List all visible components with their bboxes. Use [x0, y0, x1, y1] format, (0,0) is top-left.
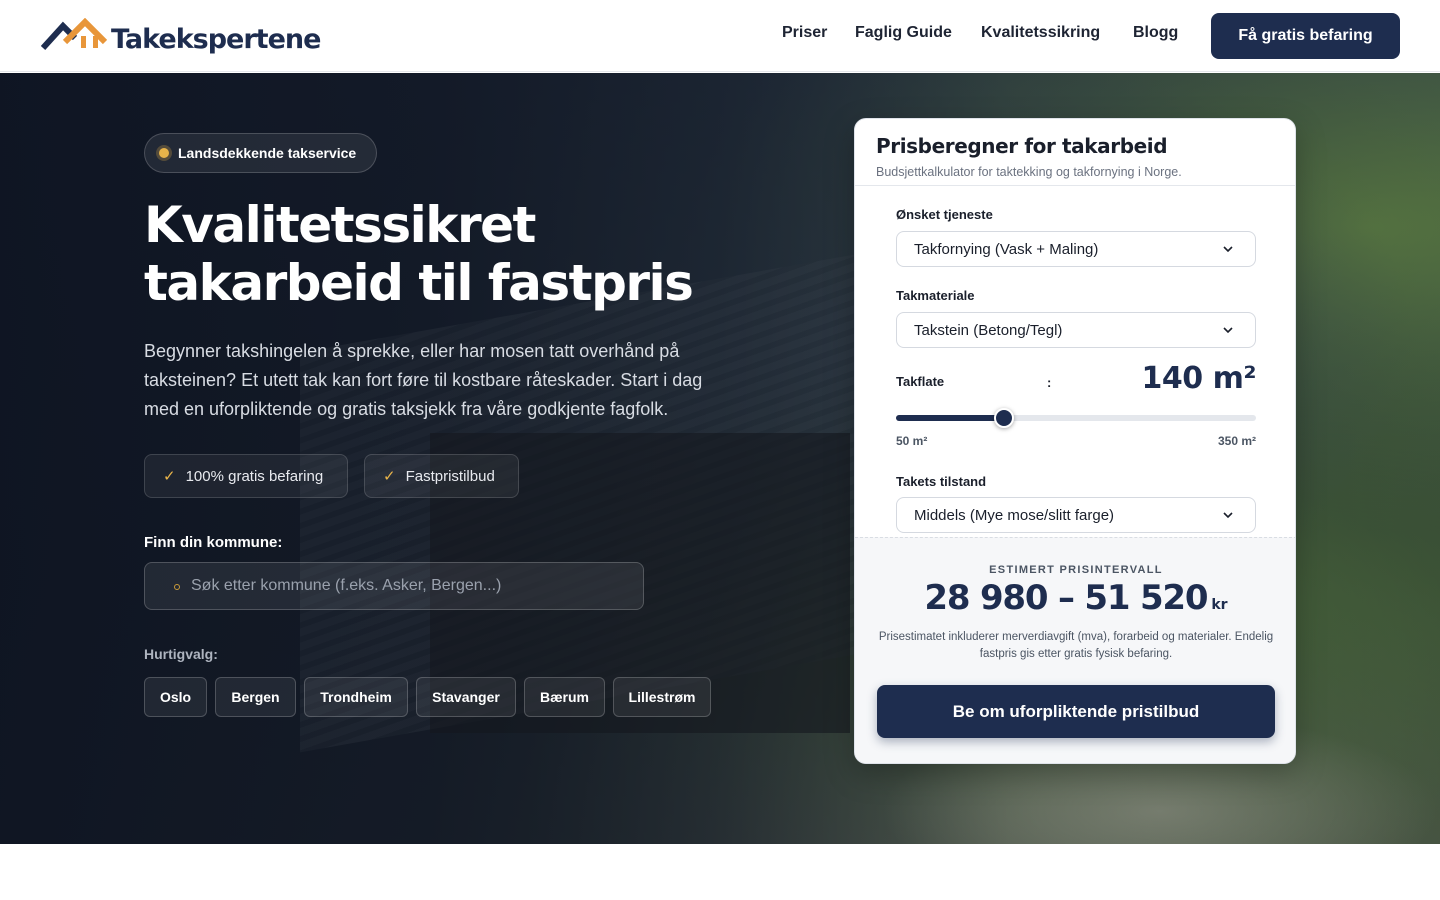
quick-choice-lillestrom[interactable]: Lillestrøm [613, 677, 711, 717]
quick-choice-bergen[interactable]: Bergen [215, 677, 296, 717]
condition-select-value: Middels (Mye mose/slitt farge) [914, 506, 1115, 524]
area-min-label: 50 m² [896, 434, 928, 448]
status-dot-icon [159, 148, 169, 158]
quick-choice-baerum[interactable]: Bærum [524, 677, 605, 717]
area-slider-fill [896, 415, 1004, 421]
request-quote-button[interactable]: Be om uforpliktende pristilbud [877, 685, 1275, 738]
hero-description: Begynner takshingelen å sprekke, eller h… [144, 341, 703, 419]
check-icon: ✓ [383, 467, 396, 485]
condition-select[interactable]: Middels (Mye mose/slitt farge) [896, 497, 1256, 533]
chevron-down-icon [1223, 327, 1233, 334]
estimate-note: Prisestimatet inkluderer merverdiavgift … [878, 631, 1274, 660]
quick-choice-stavanger[interactable]: Stavanger [416, 677, 516, 717]
area-slider-handle[interactable] [994, 408, 1014, 428]
estimate-value: 28 980 – 51 520 kr [855, 578, 1295, 618]
feature-pill-fixed-price: ✓ Fastpristilbud [364, 454, 519, 498]
area-value: 140 m² [1141, 361, 1257, 396]
condition-label: Takets tilstand [896, 474, 987, 489]
hero-title: Kvalitetssikret takarbeid til fastpris [144, 196, 744, 312]
quick-choice-oslo[interactable]: Oslo [144, 677, 207, 717]
area-label: Takflate [896, 374, 945, 389]
chevron-down-icon [1223, 512, 1233, 519]
municipality-search-input[interactable] [191, 563, 631, 609]
area-max-label: 350 m² [1217, 434, 1256, 448]
service-label: Ønsket tjeneste [896, 207, 993, 222]
check-icon: ✓ [163, 467, 176, 485]
nav-link-faglig-guide[interactable]: Faglig Guide [855, 24, 952, 42]
calculator-header: Prisberegner for takarbeid Budsjettkalku… [855, 119, 1295, 186]
area-slider[interactable] [896, 408, 1256, 428]
area-separator: : [1047, 375, 1052, 390]
hero-title-line-1: Kvalitetssikret [144, 196, 536, 254]
chevron-down-icon [1223, 246, 1233, 253]
material-select-value: Takstein (Betong/Tegl) [914, 321, 1063, 339]
estimate-amount: 28 980 – 51 520 [924, 578, 1208, 618]
estimate-unit: kr [1211, 597, 1228, 613]
feature-pill-free-inspection: ✓ 100% gratis befaring [144, 454, 348, 498]
hero-title-line-2: takarbeid til fastpris [144, 254, 694, 312]
feature-label: 100% gratis befaring [185, 467, 324, 485]
quick-choices-label: Hurtigvalg: [144, 646, 218, 662]
feature-label: Fastpristilbud [405, 467, 495, 485]
house-logo-icon [41, 18, 107, 51]
service-select-value: Takfornying (Vask + Maling) [914, 240, 1099, 258]
service-select[interactable]: Takfornying (Vask + Maling) [896, 231, 1256, 267]
material-select[interactable]: Takstein (Betong/Tegl) [896, 312, 1256, 348]
price-estimate-panel: ESTIMERT PRISINTERVALL 28 980 – 51 520 kr… [855, 537, 1295, 763]
nav-link-kvalitetssikring[interactable]: Kvalitetssikring [981, 24, 1100, 42]
free-inspection-button[interactable]: Få gratis befaring [1211, 13, 1400, 59]
search-icon [174, 584, 180, 590]
calculator-title: Prisberegner for takarbeid [876, 134, 1168, 158]
nav-link-blogg[interactable]: Blogg [1133, 24, 1178, 42]
price-calculator-card: Prisberegner for takarbeid Budsjettkalku… [854, 118, 1296, 764]
site-header: Takekspertene Priser Faglig Guide Kvalit… [0, 0, 1440, 72]
logo-text: Takekspertene [111, 23, 321, 55]
service-badge: Landsdekkende takservice [144, 133, 377, 173]
municipality-search [144, 562, 644, 610]
material-label: Takmateriale [896, 288, 975, 303]
calculator-subtitle: Budsjettkalkulator for taktekking og tak… [876, 165, 1182, 179]
nav-link-priser[interactable]: Priser [782, 24, 827, 42]
municipality-search-label: Finn din kommune: [144, 534, 283, 551]
logo[interactable]: Takekspertene [41, 16, 321, 56]
quick-choice-trondheim[interactable]: Trondheim [304, 677, 408, 717]
service-badge-label: Landsdekkende takservice [178, 145, 357, 161]
estimate-label: ESTIMERT PRISINTERVALL [989, 564, 1163, 576]
